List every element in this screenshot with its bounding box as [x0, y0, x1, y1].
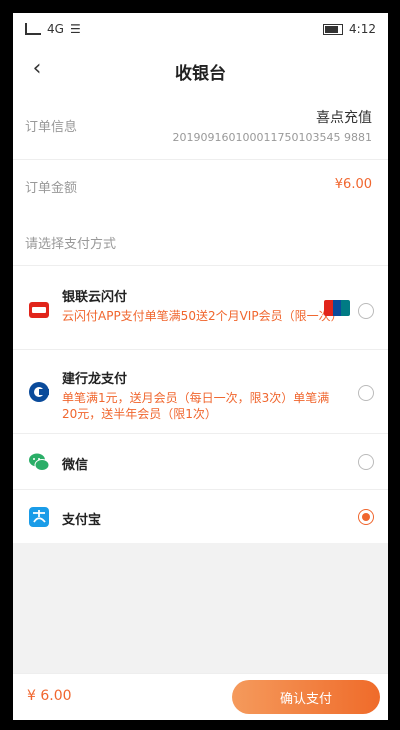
payment-option-alipay[interactable]: 支付宝 [13, 489, 388, 544]
alipay-icon [29, 507, 49, 527]
battery-icon [323, 23, 344, 35]
radio-ccb[interactable] [358, 385, 374, 401]
order-info-row: 订单信息 喜点充值 201909160100011750103545 9881 [13, 91, 388, 160]
payment-option-name: 微信 [62, 458, 89, 473]
order-amount-row: 订单金额 ¥6.00 [13, 159, 388, 213]
payment-option-desc: 单笔满1元，送月会员（每日一次，限3次）单笔满20元，送半年会员（限1次） [62, 391, 330, 421]
status-bar: 4G ☰ 4:12 [13, 13, 388, 45]
cashier-screen: 4G ☰ 4:12 ‹ 收银台 订单信息 喜点充值 20190916010001… [13, 13, 388, 720]
payment-option-name: 银联云闪付 [62, 290, 128, 305]
payment-option-unionpay[interactable]: 银联云闪付 云闪付APP支付单笔满50送2个月VIP会员（限一次） [13, 265, 388, 350]
radio-unionpay[interactable] [358, 303, 374, 319]
payment-option-desc: 云闪付APP支付单笔满50送2个月VIP会员（限一次） [62, 309, 343, 323]
signal-icon [25, 23, 41, 35]
wifi-icon: ☰ [69, 22, 81, 36]
confirm-pay-button[interactable]: 确认支付 [232, 680, 380, 714]
payment-option-wechat[interactable]: 微信 [13, 433, 388, 490]
order-info-label: 订单信息 [25, 120, 78, 135]
order-amount-label: 订单金额 [25, 181, 78, 196]
wechat-icon [29, 453, 50, 471]
payment-option-ccb[interactable]: 建行龙支付 单笔满1元，送月会员（每日一次，限3次）单笔满20元，送半年会员（限… [13, 349, 388, 434]
payment-methods: 请选择支付方式 银联云闪付 云闪付APP支付单笔满50送2个月VIP会员（限一次… [13, 213, 388, 543]
nav-bar: ‹ 收银台 [13, 45, 388, 92]
payment-header: 请选择支付方式 [25, 237, 117, 252]
order-info-card: 订单信息 喜点充值 201909160100011750103545 9881 … [13, 91, 388, 213]
unionpay-card-icon [324, 300, 350, 316]
radio-wechat[interactable] [358, 454, 374, 470]
order-amount: ¥6.00 [334, 177, 372, 192]
status-time: 4:12 [349, 22, 376, 36]
bottom-bar: ¥ 6.00 确认支付 [13, 673, 388, 720]
payment-option-name: 建行龙支付 [62, 372, 128, 387]
payment-option-name: 支付宝 [62, 513, 102, 528]
order-number: 201909160100011750103545 9881 [172, 131, 372, 144]
ccb-icon [29, 382, 49, 402]
radio-alipay[interactable] [358, 509, 374, 525]
total-amount: ¥ 6.00 [27, 688, 72, 704]
network-type: 4G [47, 22, 64, 36]
unionpay-icon [29, 302, 49, 318]
page-title: 收银台 [175, 64, 226, 84]
product-name: 喜点充值 [316, 110, 372, 126]
